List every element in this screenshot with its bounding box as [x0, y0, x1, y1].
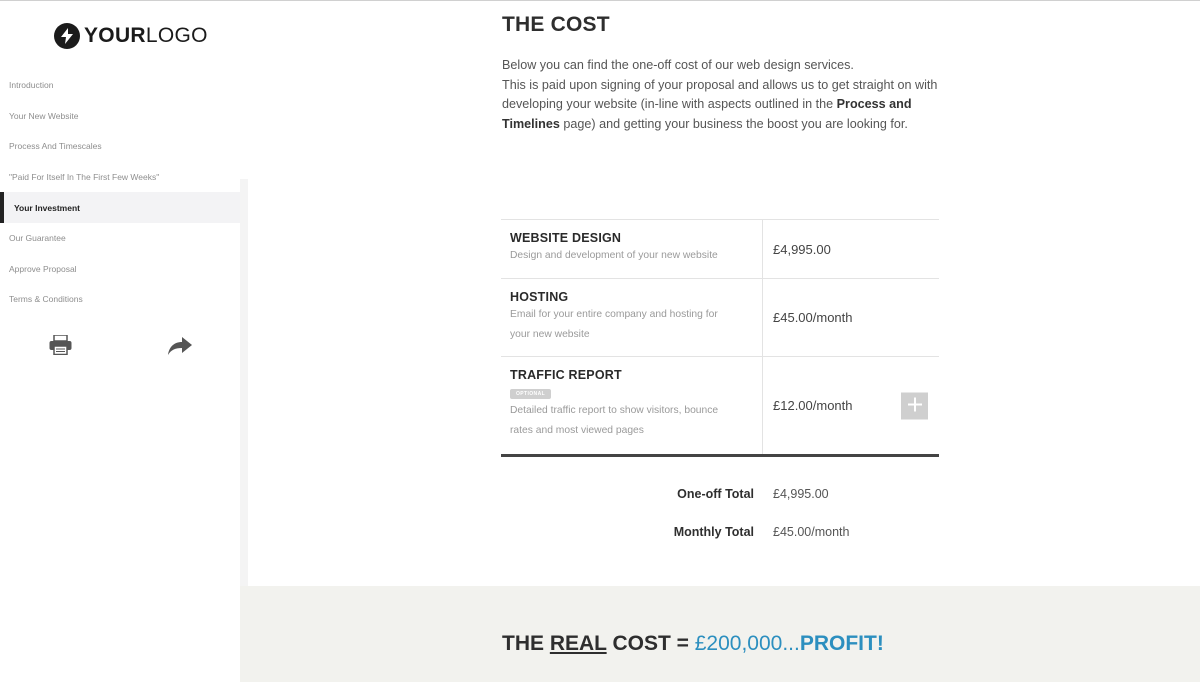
- oneoff-total-row: One-off Total £4,995.00: [501, 475, 939, 513]
- sidebar-item-introduction[interactable]: Introduction: [0, 70, 240, 101]
- item-cell: HOSTING Email for your entire company an…: [501, 279, 763, 356]
- item-description: Email for your entire company and hostin…: [510, 309, 718, 340]
- monthly-total-value: £45.00/month: [773, 525, 850, 539]
- optional-badge: OPTIONAL: [510, 389, 552, 399]
- pricing-table: WEBSITE DESIGN Design and development of…: [501, 219, 939, 457]
- item-name: WEBSITE DESIGN: [510, 231, 622, 245]
- plus-icon: [907, 397, 922, 414]
- sidebar-item-our-guarantee[interactable]: Our Guarantee: [0, 223, 240, 254]
- sidebar-item-process-and-timescales[interactable]: Process And Timescales: [0, 131, 240, 162]
- monthly-total-row: Monthly Total £45.00/month: [501, 513, 939, 551]
- item-price: £45.00/month: [773, 310, 853, 325]
- monthly-total-label: Monthly Total: [673, 525, 754, 539]
- item-name: TRAFFIC REPORT: [510, 368, 622, 382]
- item-description: Design and development of your new websi…: [510, 250, 718, 261]
- oneoff-total-label: One-off Total: [677, 487, 754, 501]
- oneoff-total-value: £4,995.00: [773, 487, 829, 501]
- item-name: HOSTING: [510, 290, 569, 304]
- sidebar-item-your-new-website[interactable]: Your New Website: [0, 101, 240, 132]
- sidebar-item-your-investment[interactable]: Your Investment: [0, 192, 240, 223]
- section-intro: Below you can find the one-off cost of o…: [502, 56, 942, 134]
- item-description: Detailed traffic report to show visitors…: [510, 405, 719, 436]
- add-optional-item-button[interactable]: [901, 392, 928, 419]
- table-row: TRAFFIC REPORT OPTIONAL Detailed traffic…: [501, 357, 939, 457]
- intro-line-1: Below you can find the one-off cost of o…: [502, 58, 854, 72]
- sidebar-item-terms-conditions[interactable]: Terms & Conditions: [0, 284, 240, 315]
- section-title: THE COST: [502, 13, 610, 36]
- logo[interactable]: YOURLOGO: [54, 23, 208, 49]
- table-row: WEBSITE DESIGN Design and development of…: [501, 220, 939, 279]
- sidebar-nav: Introduction Your New Website Process An…: [0, 70, 240, 315]
- printer-icon[interactable]: [49, 334, 72, 360]
- totals: One-off Total £4,995.00 Monthly Total £4…: [501, 475, 939, 551]
- item-cell: TRAFFIC REPORT OPTIONAL Detailed traffic…: [501, 357, 763, 454]
- bolt-icon: [54, 23, 80, 49]
- real-cost-heading: THE REAL COST = £200,000...PROFIT!: [502, 632, 884, 655]
- table-row: HOSTING Email for your entire company an…: [501, 279, 939, 357]
- logo-text: YOURLOGO: [84, 24, 208, 47]
- sidebar-divider: [240, 179, 248, 589]
- sidebar: YOURLOGO Introduction Your New Website P…: [0, 1, 240, 682]
- intro-line-2b: page) and getting your business the boos…: [559, 116, 908, 131]
- share-arrow-icon[interactable]: [168, 337, 192, 360]
- sidebar-item-approve-proposal[interactable]: Approve Proposal: [0, 254, 240, 285]
- sidebar-item-paid-for-itself[interactable]: "Paid For Itself In The First Few Weeks": [0, 162, 240, 193]
- item-price: £4,995.00: [773, 241, 831, 257]
- item-cell: WEBSITE DESIGN Design and development of…: [501, 220, 763, 278]
- item-price: £12.00/month: [763, 357, 939, 454]
